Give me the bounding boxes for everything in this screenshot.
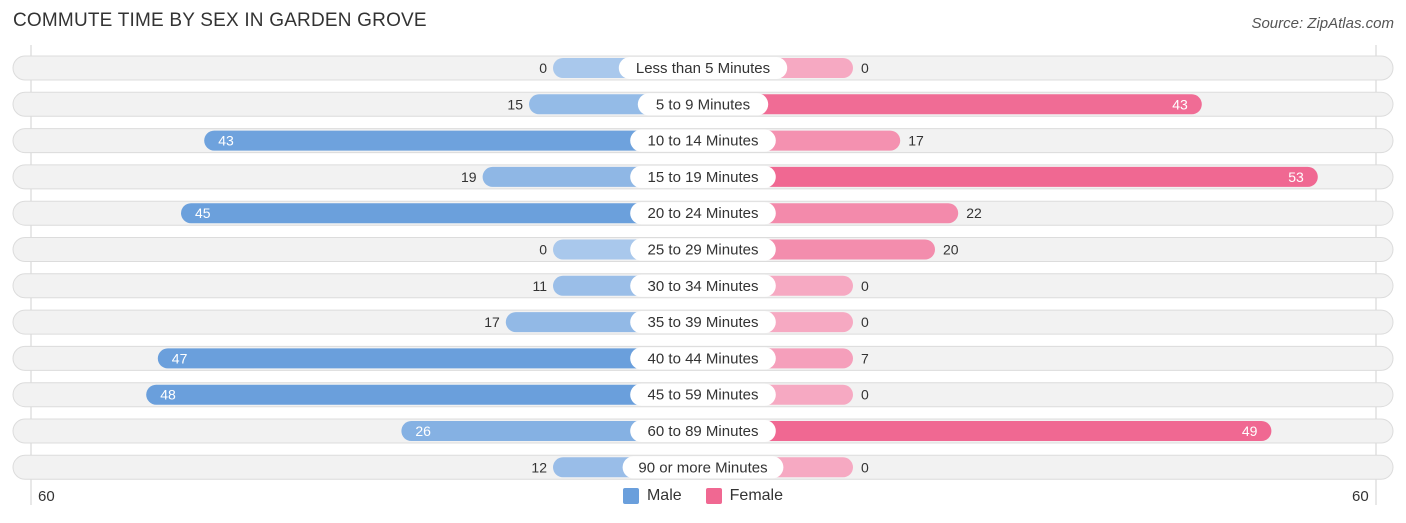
value-label-female: 22 (966, 205, 982, 221)
value-label-female: 0 (861, 459, 869, 475)
value-label-male: 0 (539, 60, 547, 76)
value-label-male: 45 (195, 205, 211, 221)
value-label-female: 43 (1172, 96, 1188, 112)
bar-female (703, 94, 1202, 115)
bar-female (703, 166, 1318, 187)
value-label-female: 20 (943, 242, 959, 258)
legend-label-female: Female (729, 487, 784, 504)
legend-item-male: Male (622, 487, 682, 505)
bar-male (157, 348, 704, 369)
value-label-male: 12 (531, 459, 547, 475)
bar-male (204, 130, 703, 151)
value-label-female: 49 (1242, 423, 1258, 439)
category-label: 25 to 29 Minutes (648, 242, 759, 259)
category-label: 35 to 39 Minutes (648, 314, 759, 331)
value-label-male: 43 (218, 133, 234, 149)
category-label: 10 to 14 Minutes (648, 133, 759, 150)
value-label-male: 15 (507, 96, 523, 112)
legend-label-male: Male (646, 487, 682, 504)
legend-swatch-female (705, 488, 722, 504)
category-label: 60 to 89 Minutes (648, 423, 759, 440)
value-label-male: 0 (539, 242, 547, 258)
category-label: 20 to 24 Minutes (648, 205, 759, 222)
value-label-female: 0 (861, 387, 869, 403)
category-label: 30 to 34 Minutes (648, 278, 759, 295)
category-label: 90 or more Minutes (638, 459, 767, 476)
category-label: 40 to 44 Minutes (648, 350, 759, 367)
value-label-female: 53 (1288, 169, 1304, 185)
bar-male (146, 384, 703, 405)
bar-male (181, 203, 703, 224)
value-label-female: 17 (908, 133, 924, 149)
bar-female (703, 421, 1272, 441)
category-label: 5 to 9 Minutes (656, 96, 750, 113)
value-label-male: 11 (532, 278, 547, 294)
legend-swatch-male (622, 488, 639, 504)
category-label: 15 to 19 Minutes (648, 169, 759, 186)
value-label-female: 0 (861, 314, 869, 330)
value-label-female: 7 (861, 350, 869, 366)
legend: Male Female (0, 487, 1406, 505)
value-label-male: 17 (484, 314, 500, 330)
value-label-female: 0 (861, 278, 869, 294)
category-label: 45 to 59 Minutes (648, 387, 759, 404)
value-label-female: 0 (861, 60, 869, 76)
value-label-male: 47 (172, 350, 188, 366)
value-label-male: 19 (461, 169, 477, 185)
value-label-male: 26 (415, 423, 431, 439)
commute-chart: 0 0 Less than 5 Minutes 15 43 5 to 9 Minutes 4… (12, 45, 1394, 505)
category-label: Less than 5 Minutes (636, 60, 770, 77)
value-label-male: 48 (160, 387, 176, 403)
legend-item-female: Female (705, 487, 784, 505)
